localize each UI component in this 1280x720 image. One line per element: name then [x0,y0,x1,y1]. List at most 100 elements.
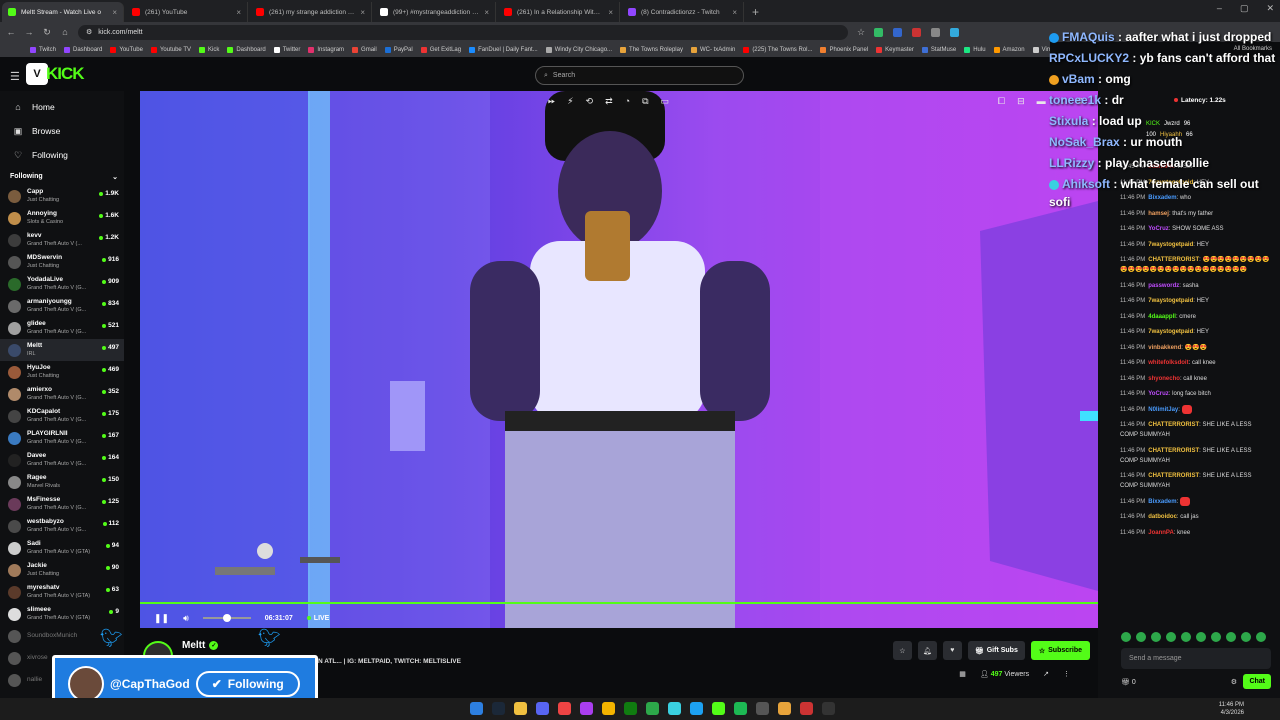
app-icon[interactable] [690,702,703,715]
steam-icon[interactable] [492,702,505,715]
forward-icon[interactable]: → [24,27,34,37]
sidebar-channel[interactable]: Meltt IRL 497 [0,339,124,361]
bookmark-item[interactable]: Twitch [30,46,56,53]
menu-icon[interactable]: ☰ [10,70,20,83]
app-icon[interactable] [646,702,659,715]
bookmark-item[interactable]: Dashboard [64,46,102,53]
share-icon[interactable]: ↗ [1043,670,1049,678]
nav-home[interactable]: ⌂ Home [0,95,124,119]
emote-icon[interactable] [1166,632,1176,642]
streamer-name[interactable]: Meltt ✓ [182,640,219,651]
message-user[interactable]: 4daaappll [1148,314,1176,320]
message-user[interactable]: CHATTERRORIST [1148,422,1199,428]
message-user[interactable]: vinbakkend [1148,345,1181,351]
emote-icon[interactable] [1196,632,1206,642]
lightning-icon[interactable]: ⚡︎ [567,96,573,107]
bookmark-item[interactable]: The Towns Roleplay [620,46,683,53]
emote-icon[interactable] [1151,632,1161,642]
bookmark-item[interactable]: Amazon [993,46,1025,53]
extension-icon[interactable] [874,27,883,37]
browser-tab-2[interactable]: (261) my strange addiction - Yo × [250,2,372,22]
app-icon[interactable] [778,702,791,715]
app-icon[interactable] [822,702,835,715]
emote-icon[interactable] [1241,632,1251,642]
bookmark-item[interactable]: Youtube TV [150,46,191,53]
message-user[interactable]: CHATTERRORIST [1148,448,1199,454]
bookmark-item[interactable]: StatMuse [921,46,956,53]
collapse-icon[interactable]: ⌄ [112,173,118,181]
maximize-icon[interactable]: ▢ [1240,3,1249,14]
bookmark-item[interactable]: WC- txAdmin [690,46,735,53]
message-user[interactable]: 7waystogetpaid [1148,242,1193,248]
cast-icon[interactable]: ▭ [661,96,670,107]
extension-icon[interactable] [912,27,921,37]
url-field[interactable]: ⚙ kick.com/meltt [78,24,848,40]
clip-icon[interactable]: ⧉ [642,96,648,107]
emote-icon[interactable] [1136,632,1146,642]
bookmark-item[interactable]: Hulu [964,46,986,53]
message-user[interactable]: CHATTERRORIST [1148,473,1199,479]
kick-logo[interactable]: V KICK [26,63,85,85]
theater-icon[interactable]: ▬ [1037,96,1046,107]
app-icon[interactable] [668,702,681,715]
bookmark-item[interactable]: PayPal [384,46,413,53]
sidebar-channel[interactable]: amierxo Grand Theft Auto V (G... 352 [0,383,124,405]
extension-icon[interactable] [931,27,940,37]
xbox-icon[interactable] [624,702,637,715]
browser-tab-4[interactable]: (261) In a Relationship With Hi × [498,2,620,22]
bookmark-item[interactable]: YouTube [110,46,143,53]
more-icon[interactable]: ⋮ [1063,670,1070,678]
extension-icon[interactable] [950,27,959,37]
chat-message-input[interactable]: Send a message [1121,648,1271,669]
sidebar-channel[interactable]: YodadaLive Grand Theft Auto V (G... 909 [0,273,124,295]
close-icon[interactable]: × [732,8,737,17]
pip-icon[interactable]: ⧠ [998,96,1005,107]
chat-settings-icon[interactable]: ⚙ [1231,678,1237,686]
home-icon[interactable]: ⌂ [60,27,70,37]
sidebar-channel[interactable]: MDSwervin Just Chatting 916 [0,251,124,273]
app-icon[interactable] [756,702,769,715]
site-info-icon[interactable]: ⚙ [86,28,92,36]
sidebar-channel[interactable]: kevv Grand Theft Auto V (... 1.2K [0,229,124,251]
sidebar-channel[interactable]: MsFinesse Grand Theft Auto V (G... 125 [0,493,124,515]
message-user[interactable]: 7waystogetpaid [1148,298,1193,304]
chat-send-button[interactable]: Chat [1243,674,1271,689]
sync-icon[interactable]: ⇄ [605,96,613,107]
bookmark-item[interactable]: FanDuel | Daily Fant... [469,46,538,53]
stream-progress-bar[interactable] [140,602,1098,604]
message-user[interactable]: YoCruz [1148,226,1169,232]
volume-slider[interactable] [202,614,251,622]
browser-tab-3[interactable]: (99+) #mystrangeaddiction #sh × [374,2,496,22]
bookmark-item[interactable]: (225) The Towns Rol... [743,46,812,53]
nav-following[interactable]: ♡ Following [0,143,124,167]
sidebar-channel[interactable]: glidee Grand Theft Auto V (G... 521 [0,317,124,339]
bookmark-item[interactable]: Kick [198,46,219,53]
emote-icon[interactable] [1226,632,1236,642]
sidebar-channel[interactable]: Capp Just Chatting 1.9K [0,185,124,207]
reload-icon[interactable]: ↻ [42,27,52,38]
app-icon[interactable] [712,702,725,715]
message-user[interactable]: whitefolksdoit [1148,360,1188,366]
app-icon[interactable] [580,702,593,715]
close-window-icon[interactable]: ✕ [1266,3,1274,14]
video-player[interactable]: ❚❚ 🔊︎ 06:31:07 LIVE ⏩︎ ⚡︎ ⟲ ⇄ ◔ ⧉ ▭ ⧠ ⊟ … [140,91,1098,628]
sidebar-channel[interactable]: KDCapalot Grand Theft Auto V (G... 175 [0,405,124,427]
sidebar-channel[interactable]: Davee Grand Theft Auto V (G... 164 [0,449,124,471]
bell-icon[interactable]: 🔔︎ [917,641,937,660]
browser-tab-5[interactable]: (8) Contradictionzz - Twitch × [622,2,744,22]
volume-icon[interactable]: 🔊︎ [183,613,189,624]
skip-icon[interactable]: ⏩︎ [548,96,555,107]
bookmark-item[interactable]: Instagram [308,46,344,53]
windows-start-icon[interactable] [470,702,483,715]
points-icon[interactable]: 🎁︎ [1121,678,1130,686]
extension-icon[interactable] [893,27,902,37]
message-user[interactable]: CHATTERRORIST [1148,257,1199,263]
close-icon[interactable]: × [360,8,365,17]
message-user[interactable]: shyonecho [1148,376,1180,382]
heart-icon[interactable]: ♥ [942,641,962,660]
new-tab-button[interactable]: + [744,5,767,22]
subscribe-button[interactable]: ☆ Subscribe [1030,641,1090,660]
speed-icon[interactable]: ◔ [625,96,630,107]
explorer-icon[interactable] [514,702,527,715]
sidebar-channel[interactable]: myreshatv Grand Theft Auto V (GTA) 63 [0,581,124,603]
